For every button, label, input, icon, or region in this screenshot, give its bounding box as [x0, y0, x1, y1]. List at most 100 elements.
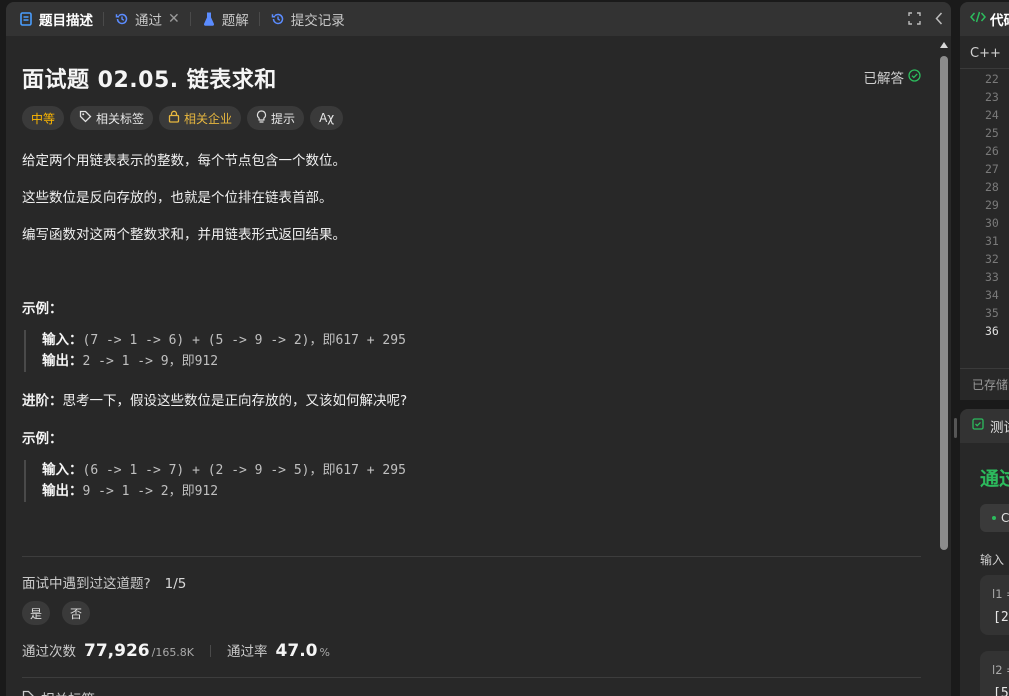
line-number: 31	[985, 234, 999, 248]
code-icon	[970, 11, 986, 27]
interview-question: 面试中遇到过这道题? 1/5	[22, 572, 186, 592]
followup-text: 思考一下，假设这些数位是正向存放的，又该如何解决呢?	[62, 393, 408, 409]
problem-tags: 中等 相关标签 相关企业 提示 Aχ	[22, 106, 344, 130]
app-root: 题目描述 通过 ✕ 题解 提交记录 面试题 02.05. 链表求和 已解答 中等…	[0, 0, 1009, 696]
description-paragraph: 编写函数对这两个整数求和，并用链表形式返回结果。	[22, 227, 346, 243]
input-label: 输入	[980, 553, 1005, 567]
language-label: C++	[970, 46, 1001, 61]
solved-status: 已解答	[864, 67, 922, 87]
output-value: 9 -> 1 -> 2，即912	[82, 484, 219, 499]
line-number: 24	[985, 108, 999, 122]
language-selector[interactable]: C++ ⌄	[970, 46, 1009, 61]
difficulty-badge: 中等	[22, 106, 65, 130]
hint-label: 提示	[271, 111, 296, 126]
output-label: 输出：	[42, 353, 83, 369]
acceptance-rate: 47.0	[275, 641, 318, 661]
scroll-thumb[interactable]	[940, 56, 948, 550]
close-icon[interactable]: ✕	[168, 11, 180, 27]
solved-label: 已解答	[863, 71, 905, 87]
tab-description[interactable]: 题目描述	[16, 8, 95, 30]
interview-ratio: 1/5	[164, 576, 187, 592]
hint-button[interactable]: 提示	[247, 106, 305, 130]
input-value: (7 -> 1 -> 6) + (5 -> 9 -> 2)，即617 + 295	[82, 333, 406, 348]
output-value: 2 -> 1 -> 9，即912	[82, 354, 219, 369]
document-icon	[18, 11, 34, 27]
line-number: 32	[985, 252, 999, 266]
tab-solutions-label: 题解	[221, 13, 249, 29]
example-heading: 示例：	[22, 301, 63, 317]
param-value: [2	[993, 610, 1009, 625]
input-label: 输入：	[42, 332, 83, 348]
description-paragraph: 这些数位是反向存放的，也就是个位排在链表首部。	[22, 190, 333, 206]
flask-icon	[201, 11, 217, 27]
resize-handle[interactable]	[954, 418, 957, 438]
followup-paragraph: 进阶：思考一下，假设这些数位是正向存放的，又该如何解决呢?	[22, 389, 407, 409]
line-number: 23	[985, 90, 999, 104]
tabbar-actions	[908, 10, 943, 29]
lightbulb-icon	[256, 109, 267, 127]
history-icon	[270, 11, 286, 27]
problem-tabbar: 题目描述 通过 ✕ 题解 提交记录	[6, 2, 951, 36]
tab-passed[interactable]: 通过 ✕	[112, 8, 182, 30]
tag-icon	[22, 690, 35, 696]
test-case-label: C	[1001, 511, 1009, 525]
collapse-icon[interactable]	[935, 10, 943, 29]
fullscreen-icon[interactable]	[908, 10, 921, 29]
rate-label: 通过率	[227, 644, 268, 660]
line-number: 35	[985, 306, 999, 320]
section-divider	[22, 556, 921, 557]
topics-button[interactable]: 相关标签	[70, 106, 154, 130]
companies-label: 相关企业	[184, 111, 233, 126]
scrollbar[interactable]	[939, 42, 949, 696]
line-number: 30	[985, 216, 999, 230]
test-case-tab[interactable]: C	[980, 504, 1009, 532]
acceptance-stats: 通过次数 77,926 /165.8K 通过率 47.0 %	[22, 640, 330, 661]
related-topics-section[interactable]: 相关标签	[22, 688, 95, 696]
tab-submissions[interactable]: 提交记录	[268, 8, 347, 30]
line-number: 22	[985, 72, 999, 86]
test-panel-title[interactable]: 测试	[990, 416, 1009, 436]
stats-divider	[210, 644, 212, 657]
input-value: (6 -> 1 -> 7) + (2 -> 9 -> 5)，即617 + 295	[82, 463, 406, 478]
tab-divider	[103, 12, 104, 26]
code-panel: 代码 C++ ⌄ 22 23 24 25 26 27 28 29 30 31 3…	[960, 2, 1009, 400]
companies-button[interactable]: 相关企业	[159, 106, 242, 130]
code-footer-divider	[960, 368, 1009, 369]
input-param-box: l2 = [5	[980, 651, 1009, 696]
test-result-status: 通过	[980, 468, 1009, 490]
tab-divider	[189, 12, 191, 26]
test-panel: 测试 通过 C 输入 l1 = [2 l2 = [5	[960, 409, 1009, 696]
test-panel-header: 测试	[960, 409, 1009, 443]
code-panel-title: 代码	[990, 13, 1009, 29]
tab-divider	[258, 12, 260, 26]
param-name: l2 =	[992, 663, 1009, 677]
problem-panel: 题目描述 通过 ✕ 题解 提交记录 面试题 02.05. 链表求和 已解答 中等…	[6, 2, 951, 696]
tag-icon	[79, 110, 92, 126]
yes-button[interactable]: 是	[22, 601, 50, 625]
output-label: 输出：	[42, 483, 83, 499]
input-param-box: l1 = [2	[980, 575, 1009, 635]
rate-unit: %	[319, 646, 330, 659]
code-panel-header: 代码	[960, 2, 1009, 36]
line-number: 34	[985, 288, 999, 302]
example-heading: 示例：	[22, 431, 63, 447]
tab-passed-label: 通过	[135, 13, 162, 29]
section-divider	[22, 677, 921, 678]
example-block: 输入：(6 -> 1 -> 7) + (2 -> 9 -> 5)，即617 + …	[24, 460, 406, 502]
description-paragraph: 给定两个用链表表示的整数，每个节点包含一个数位。	[22, 153, 346, 169]
lock-icon	[168, 110, 180, 126]
tab-description-label: 题目描述	[39, 13, 93, 29]
line-number-current: 36	[985, 324, 999, 338]
tab-solutions[interactable]: 题解	[199, 8, 251, 30]
check-circle-icon	[908, 68, 921, 86]
topics-label: 相关标签	[96, 111, 145, 126]
tab-submissions-label: 提交记录	[290, 13, 345, 29]
related-topics-label: 相关标签	[41, 688, 95, 696]
scroll-up-arrow[interactable]	[940, 42, 948, 48]
translate-icon: Aχ	[319, 111, 335, 125]
example-block: 输入：(7 -> 1 -> 6) + (5 -> 9 -> 2)，即617 + …	[24, 330, 406, 372]
followup-label: 进阶：	[22, 393, 63, 409]
no-button[interactable]: 否	[62, 601, 90, 625]
line-number: 28	[985, 180, 999, 194]
translate-button[interactable]: Aχ	[310, 106, 344, 130]
